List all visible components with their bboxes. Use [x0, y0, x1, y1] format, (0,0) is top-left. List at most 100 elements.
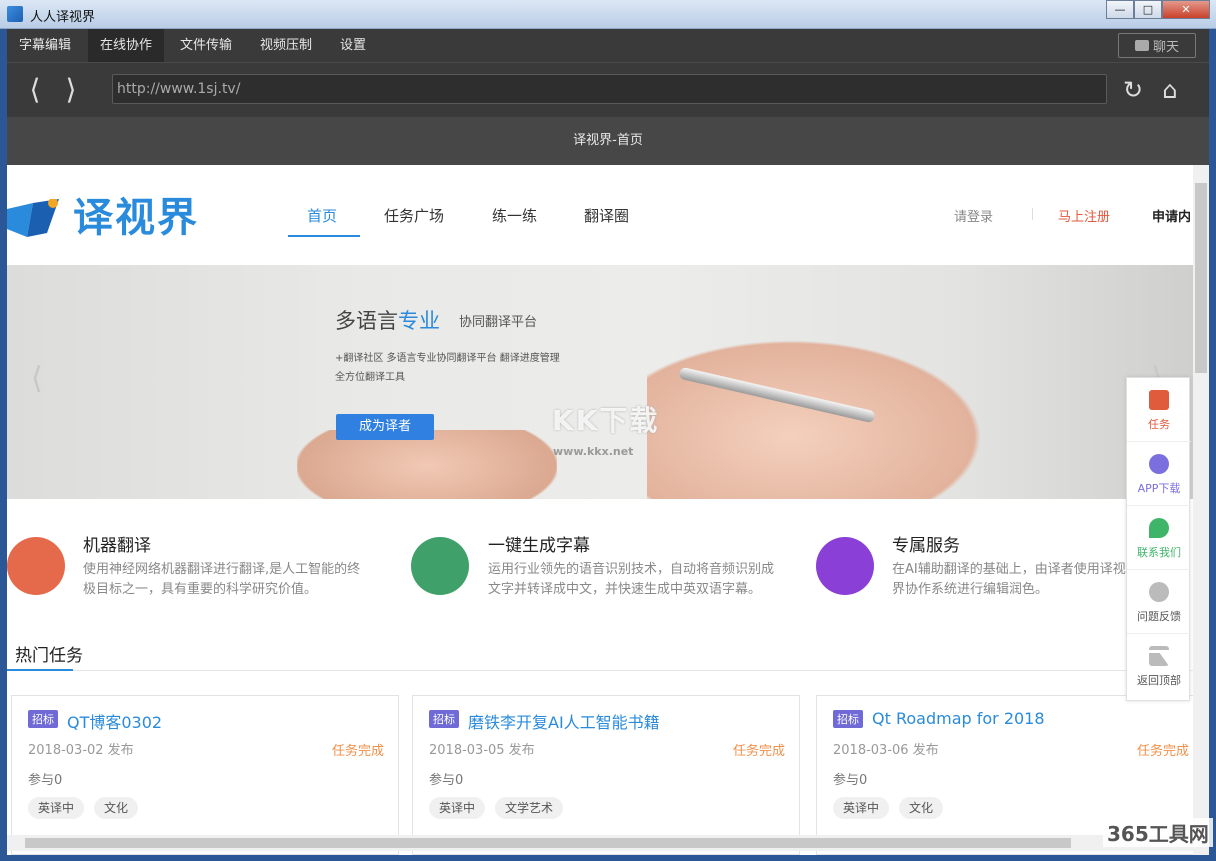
app-icon: [7, 6, 23, 22]
float-item-contact[interactable]: 联系我们: [1127, 506, 1191, 570]
watermark-url: www.kkx.net: [553, 445, 634, 458]
close-button[interactable]: ✕: [1162, 0, 1210, 19]
minimize-button[interactable]: —: [1106, 0, 1134, 19]
horizontal-scroll-thumb[interactable]: [25, 838, 1071, 848]
hot-tasks-title: 热门任务: [15, 646, 83, 666]
task-label[interactable]: 英译中: [429, 797, 486, 819]
task-participants: 参与0: [429, 773, 464, 788]
arrow-up-icon: [1149, 646, 1169, 666]
refresh-icon[interactable]: ↻: [1118, 75, 1148, 105]
hero-banner: 多语言专业 协同翻译平台 +翻译社区 多语言专业协同翻译平台 翻译进度管理 全方…: [7, 265, 1193, 499]
chat-button[interactable]: 聊天: [1118, 33, 1196, 58]
back-icon[interactable]: ⟨: [21, 73, 49, 107]
floating-sidebar: 任务 APP下载 联系我们 问题反馈 返回顶部: [1126, 377, 1191, 701]
browser-toolbar: ⟨ ⟩ ↻ ⌂: [7, 62, 1209, 117]
menu-bar: 字幕编辑 在线协作 文件传输 视频压制 设置 聊天: [7, 29, 1209, 62]
left-hand-image: [297, 430, 557, 499]
question-icon: [1149, 582, 1169, 602]
logo-mark-icon: [7, 199, 59, 237]
section-divider: [7, 670, 1193, 671]
nav-active-underline: [288, 235, 360, 237]
banner-title: 多语言专业: [335, 309, 440, 333]
nav-translation-circle[interactable]: 翻译圈: [584, 205, 629, 226]
feature-title: 机器翻译: [83, 536, 151, 556]
task-title[interactable]: 磨铁李开复AI人工智能书籍: [468, 709, 660, 733]
chat-icon: [1134, 40, 1149, 51]
task-title[interactable]: Qt Roadmap for 2018: [872, 709, 1045, 728]
banner-tags: +翻译社区 多语言专业协同翻译平台 翻译进度管理 全方位翻译工具: [335, 353, 560, 383]
task-label[interactable]: 英译中: [833, 797, 890, 819]
chat-label: 聊天: [1152, 40, 1179, 55]
vertical-scrollbar[interactable]: [1193, 165, 1209, 855]
page-title: 译视界-首页: [7, 117, 1209, 165]
banner-subtitle: 协同翻译平台: [459, 315, 538, 330]
clipboard-icon: [1149, 390, 1169, 410]
horizontal-scrollbar[interactable]: [7, 835, 1193, 851]
task-label[interactable]: 英译中: [28, 797, 85, 819]
login-link[interactable]: 请登录: [954, 206, 993, 225]
task-participants: 参与0: [28, 773, 63, 788]
header-divider: [1032, 208, 1033, 220]
register-link[interactable]: 马上注册: [1058, 206, 1110, 225]
robot-icon: [7, 537, 65, 595]
feature-title: 一键生成字幕: [488, 536, 590, 556]
feature-desc: 在AI辅助翻译的基础上，由译者使用译视界协作系统进行编辑润色。: [892, 562, 1126, 597]
task-status: 任务完成: [1136, 744, 1189, 759]
menu-file-transfer[interactable]: 文件传输: [168, 29, 244, 62]
menu-online-collab[interactable]: 在线协作: [88, 29, 165, 62]
task-card[interactable]: 招标 磨铁李开复AI人工智能书籍 2018-03-05 发布 任务完成 参与0 …: [412, 695, 800, 855]
task-card[interactable]: 招标 QT博客0302 2018-03-02 发布 任务完成 参与0 英译中 文…: [11, 695, 399, 855]
become-translator-button[interactable]: 成为译者: [336, 414, 434, 440]
section-underline: [7, 669, 73, 671]
task-date: 2018-03-05 发布: [429, 743, 535, 758]
tender-badge: 招标: [28, 710, 58, 728]
feature-title: 专属服务: [892, 536, 960, 556]
vertical-scroll-thumb[interactable]: [1195, 183, 1207, 373]
watermark: KK下载: [552, 404, 660, 437]
phone-icon: [1149, 518, 1169, 538]
nav-practice[interactable]: 练一练: [492, 205, 537, 226]
feature-desc: 运用行业领先的语音识别技术，自动将音频识别成文字并转译成中文，并快速生成中英双语…: [488, 562, 775, 597]
task-status: 任务完成: [732, 744, 785, 759]
menu-settings[interactable]: 设置: [328, 29, 378, 62]
tender-badge: 招标: [833, 710, 863, 728]
float-label: 任务: [1148, 418, 1170, 431]
task-date: 2018-03-06 发布: [833, 743, 939, 758]
app-window: 字幕编辑 在线协作 文件传输 视频压制 设置 聊天 ⟨ ⟩ ↻ ⌂ 译视界-首页…: [7, 29, 1209, 855]
float-item-feedback[interactable]: 问题反馈: [1127, 570, 1191, 634]
banner-prev-icon[interactable]: ⟨: [31, 361, 43, 396]
window-title: 人人译视界: [30, 10, 96, 25]
tender-badge: 招标: [429, 710, 459, 728]
apple-icon: [1149, 454, 1169, 474]
forward-icon[interactable]: ⟩: [57, 73, 85, 107]
float-item-app-download[interactable]: APP下载: [1127, 442, 1191, 506]
task-label[interactable]: 文化: [899, 797, 944, 819]
task-date: 2018-03-02 发布: [28, 743, 134, 758]
feature-desc: 使用神经网络机器翻译进行翻译,是人工智能的终极目标之一，具有重要的科学研究价值。: [83, 562, 361, 597]
menu-subtitle-edit[interactable]: 字幕编辑: [7, 29, 83, 62]
task-participants: 参与0: [833, 773, 868, 788]
float-label: 联系我们: [1137, 546, 1181, 559]
nav-home[interactable]: 首页: [307, 205, 337, 226]
home-icon[interactable]: ⌂: [1155, 75, 1185, 105]
window-titlebar: 人人译视界 — □ ✕: [0, 0, 1216, 29]
task-label[interactable]: 文学艺术: [495, 797, 564, 819]
url-input[interactable]: [112, 74, 1107, 104]
menu-video-encode[interactable]: 视频压制: [248, 29, 324, 62]
task-label[interactable]: 文化: [94, 797, 139, 819]
maximize-button[interactable]: □: [1134, 0, 1162, 19]
corner-watermark: 365工具网: [1103, 818, 1213, 847]
apply-link[interactable]: 申请内: [1152, 206, 1191, 225]
float-item-task[interactable]: 任务: [1127, 378, 1191, 442]
float-label: 返回顶部: [1137, 674, 1181, 687]
nav-task-square[interactable]: 任务广场: [384, 205, 444, 226]
site-logo[interactable]: 译视界: [7, 193, 217, 243]
float-item-back-to-top[interactable]: 返回顶部: [1127, 634, 1191, 698]
task-title[interactable]: QT博客0302: [67, 709, 162, 733]
headset-icon: [816, 537, 874, 595]
camera-icon: [411, 537, 469, 595]
logo-text: 译视界: [73, 195, 199, 241]
web-view: 译视界 首页 任务广场 练一练 翻译圈 请登录 马上注册 申请内 多语言专业 协…: [7, 165, 1209, 855]
float-label: APP下载: [1137, 482, 1181, 495]
hand-image: [647, 327, 1007, 499]
